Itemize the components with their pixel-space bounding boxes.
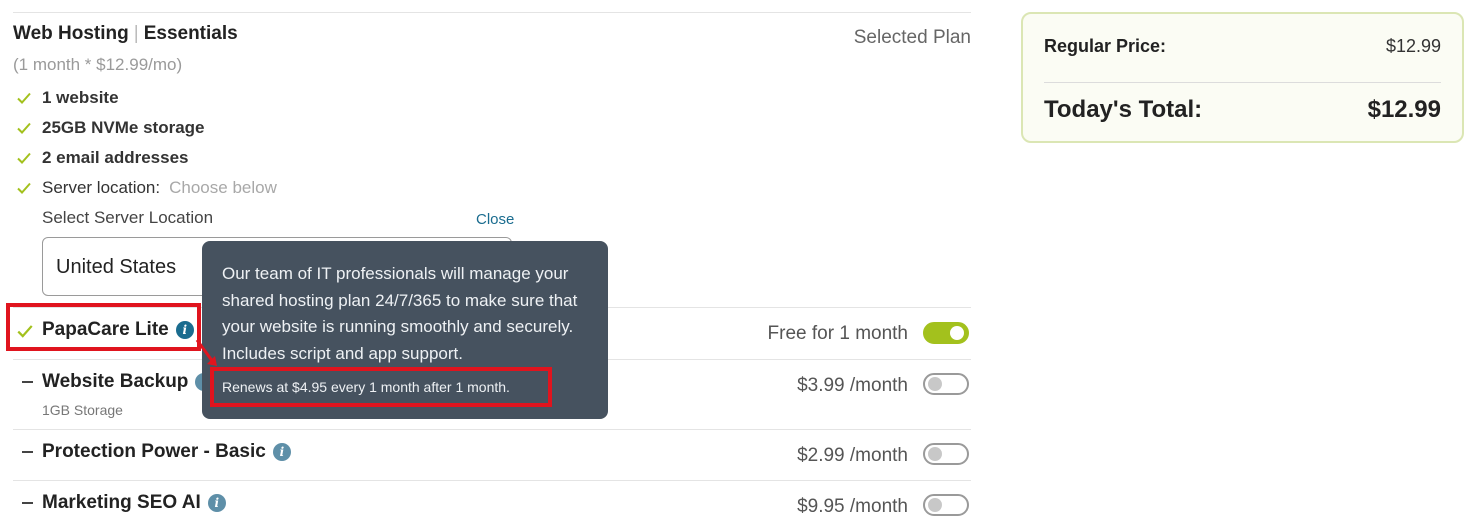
plan-category: Web Hosting (13, 23, 129, 44)
addon-divider (13, 480, 971, 481)
dash-icon (22, 502, 33, 504)
check-icon (17, 122, 31, 134)
plan-name: Essentials (143, 23, 238, 44)
addon-subtitle: 1GB Storage (42, 402, 123, 418)
dash-icon (22, 381, 33, 383)
regular-price-row: Regular Price: $12.99 (1044, 36, 1441, 57)
regular-price-value: $12.99 (1385, 36, 1441, 56)
addon-name-label: Website Backup (42, 371, 189, 392)
summary-divider (1044, 82, 1441, 83)
title-separator: | (133, 23, 139, 44)
papacare-toggle[interactable] (923, 322, 969, 344)
addon-price: Free for 1 month (767, 323, 908, 344)
annotation-arrow (195, 339, 217, 366)
select-server-label: Select Server Location (42, 208, 214, 227)
feature-server-location: Server location: Choose below (16, 177, 277, 199)
total-label: Today's Total: (1044, 96, 1203, 123)
top-divider (13, 12, 971, 13)
server-location-label: Server location: (42, 178, 161, 197)
addon-name-label: Protection Power - Basic (42, 441, 266, 462)
check-icon (17, 152, 31, 164)
feature-item: 25GB NVMe storage (16, 117, 205, 139)
dash-icon (22, 451, 33, 453)
check-icon (17, 182, 31, 194)
selected-plan-label: Selected Plan (853, 27, 971, 48)
info-icon[interactable]: i (175, 321, 194, 339)
website-backup-toggle[interactable] (923, 373, 969, 395)
protection-power-toggle[interactable] (923, 443, 969, 465)
toggle-knob (928, 447, 942, 461)
addon-protection-power: Protection Power - Basic i (42, 441, 291, 463)
addon-marketing-seo-ai: Marketing SEO AI i (42, 492, 226, 514)
total-value: $12.99 (1367, 96, 1441, 123)
feature-item: 2 email addresses (16, 147, 188, 169)
check-icon (17, 325, 33, 338)
feature-text: 25GB NVMe storage (42, 118, 205, 137)
addon-website-backup: Website Backup i (42, 371, 214, 393)
addon-name-label: Marketing SEO AI (42, 492, 201, 513)
toggle-knob (928, 377, 942, 391)
feature-text: 1 website (42, 88, 119, 107)
total-row: Today's Total: $12.99 (1044, 96, 1441, 124)
addon-price: $9.95 /month (797, 496, 908, 517)
addon-divider (13, 429, 971, 430)
addon-papacare-lite: PapaCare Lite i (42, 319, 194, 341)
toggle-knob (950, 326, 964, 340)
plan-title: Web Hosting | Essentials (13, 23, 238, 45)
server-location-hint: Choose below (169, 178, 277, 197)
feature-item: 1 website (16, 87, 119, 109)
marketing-seo-toggle[interactable] (923, 494, 969, 516)
feature-text: 2 email addresses (42, 148, 189, 167)
server-location-value: United States (56, 256, 177, 278)
tooltip-text: Our team of IT professionals will manage… (222, 264, 578, 363)
addon-price: $3.99 /month (797, 375, 908, 396)
addon-price: $2.99 /month (797, 445, 908, 466)
close-server-select-link[interactable]: Close (476, 211, 514, 228)
info-icon[interactable]: i (207, 494, 226, 512)
renewal-highlight-box (210, 367, 552, 407)
plan-billing-subtitle: (1 month * $12.99/mo) (13, 55, 183, 74)
addon-name-label: PapaCare Lite (42, 319, 169, 340)
info-icon[interactable]: i (272, 443, 291, 461)
regular-price-label: Regular Price: (1044, 36, 1167, 56)
order-summary-panel: Regular Price: $12.99 Today's Total: $12… (1021, 12, 1464, 143)
check-icon (17, 92, 31, 104)
toggle-knob (928, 498, 942, 512)
